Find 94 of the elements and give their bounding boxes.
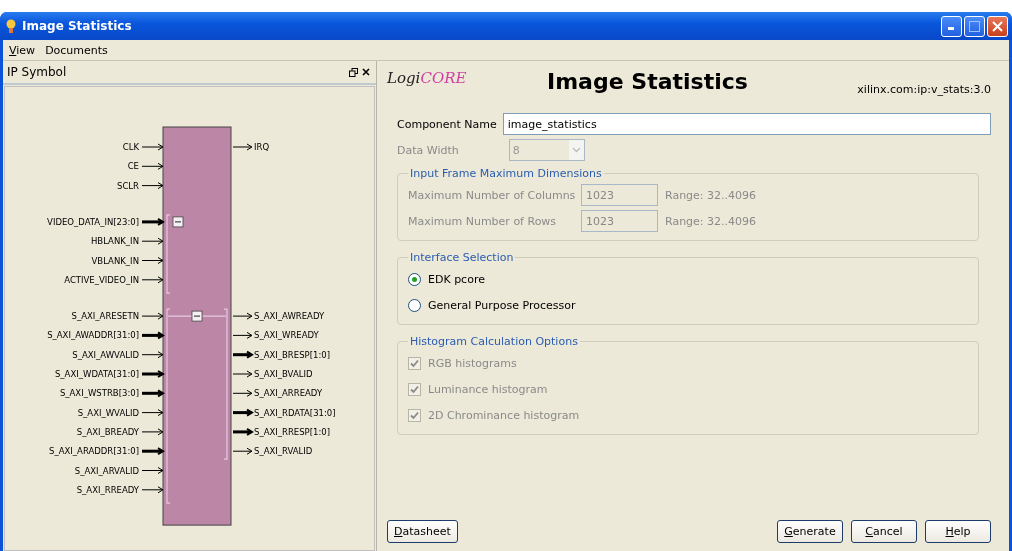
menu-item[interactable]: Documents	[45, 43, 108, 57]
pin-label: VBLANK_IN	[91, 255, 139, 266]
pin-arrow	[141, 237, 164, 245]
pin-label: S_AXI_BVALID	[254, 369, 313, 379]
pin-label: S_AXI_ARESETN	[71, 311, 139, 322]
pin-label: HBLANK_IN	[90, 236, 139, 247]
pin-arrow	[233, 427, 254, 436]
pin-label: S_AXI_AWADDR[31:0]	[47, 330, 139, 341]
pin-label: S_AXI_WREADY	[254, 330, 319, 341]
pin-arrow	[142, 370, 165, 378]
field-label: Maximum Number of Rows	[408, 214, 558, 228]
option-label: Luminance histogram	[428, 382, 548, 396]
range-label: Range: 32..4096	[665, 214, 757, 228]
pin-arrow	[141, 312, 164, 320]
restore-icon[interactable]	[347, 67, 360, 77]
collapse-icon[interactable]	[191, 310, 203, 322]
pin-arrow	[232, 143, 253, 151]
pin-label: SCLR	[117, 180, 139, 191]
pin-arrow	[141, 409, 164, 417]
option-label: General Purpose Processor	[428, 298, 576, 312]
pin-label: S_AXI_WSTRB[3:0]	[59, 388, 139, 399]
pin-label: S_AXI_AWVALID	[72, 349, 139, 360]
pin-arrow	[142, 331, 165, 340]
field-label: Data Width	[397, 143, 459, 157]
checkmark-icon	[410, 384, 419, 394]
logo: LogiCORE	[387, 69, 468, 87]
pin-label: CLK	[122, 142, 139, 152]
pin-label: S_AXI_ARADDR[31:0]	[49, 446, 139, 457]
dialog-title: Image Statistics	[547, 69, 749, 94]
pin-label: CE	[127, 161, 139, 172]
pin-arrow	[232, 370, 253, 378]
pin-label: IRQ	[254, 142, 270, 152]
pin-label: S_AXI_WDATA[31:0]	[54, 369, 139, 379]
close-button[interactable]	[987, 15, 1008, 37]
pin-arrow	[141, 162, 164, 170]
dialog-button[interactable]: Generate	[777, 520, 843, 543]
pin-arrow	[141, 182, 164, 190]
pin-label: VIDEO_DATA_IN[23:0]	[47, 216, 139, 227]
option-label: EDK pcore	[428, 272, 485, 286]
checkmark-icon	[410, 410, 419, 420]
pin-arrow	[141, 428, 164, 436]
lightbulb-icon	[6, 18, 16, 34]
ip-identifier: xilinx.com:ip:v_stats:3.0	[857, 83, 991, 96]
pin-arrow	[141, 143, 164, 151]
group-title: Interface Selection	[409, 251, 515, 264]
pin-arrow	[232, 312, 253, 320]
pin-arrow	[232, 389, 253, 397]
field-label: Maximum Number of Columns	[408, 188, 574, 202]
pin-label: S_AXI_ARVALID	[74, 465, 139, 476]
pin-label: S_AXI_RREADY	[76, 484, 139, 495]
pin-label: S_AXI_BRESP[1:0]	[254, 349, 330, 360]
checkmark-icon	[410, 358, 419, 368]
pin-arrow	[232, 331, 253, 339]
option-label: 2D Chrominance histogram	[428, 408, 580, 422]
caret-icon	[568, 140, 584, 160]
panel-title: IP Symbol	[7, 65, 68, 79]
pin-label: S_AXI_RRESP[1:0]	[254, 426, 331, 437]
pin-arrow	[232, 447, 253, 455]
menu-item[interactable]: View	[9, 43, 36, 57]
field-label: Component Name	[397, 117, 497, 131]
dialog-button[interactable]: Cancel	[851, 520, 917, 543]
pin-arrow	[142, 217, 165, 226]
maximize-icon	[969, 20, 980, 32]
pin-label: S_AXI_RDATA[31:0]	[254, 407, 336, 418]
pin-arrow	[141, 467, 164, 474]
dialog-button[interactable]: Help	[925, 520, 991, 543]
range-label: Range: 32..4096	[665, 188, 757, 202]
pin-arrow	[142, 447, 165, 456]
pin-arrow	[141, 486, 164, 494]
group-title: Histogram Calculation Options	[409, 335, 579, 348]
close-icon	[992, 20, 1003, 32]
pin-arrow	[233, 408, 254, 417]
component-name-field[interactable]: image_statistics	[502, 113, 991, 135]
pin-arrow	[142, 389, 165, 398]
radio-button[interactable]	[408, 298, 421, 312]
radio-button[interactable]	[408, 272, 421, 286]
datasheet-button[interactable]: Datasheet	[387, 520, 458, 543]
pin-label: S_AXI_AWREADY	[254, 311, 325, 322]
pin-arrow	[141, 257, 164, 264]
pin-arrow	[141, 351, 164, 359]
pin-arrow	[141, 276, 164, 284]
pin-label: S_AXI_RVALID	[254, 446, 313, 457]
pin-label: S_AXI_BREADY	[76, 426, 139, 437]
close-icon[interactable]	[360, 68, 372, 76]
collapse-icon[interactable]	[172, 216, 184, 228]
pin-label: S_AXI_ARREADY	[254, 388, 323, 399]
minimize-button[interactable]	[941, 15, 962, 37]
group-title: Input Frame Maximum Dimensions	[409, 167, 603, 180]
window-title: Image Statistics	[22, 19, 133, 33]
maximize-button[interactable]	[964, 15, 985, 37]
option-label: RGB histograms	[428, 356, 517, 370]
pin-arrow	[233, 350, 254, 359]
pin-label: S_AXI_WVALID	[77, 407, 139, 418]
pin-label: ACTIVE_VIDEO_IN	[64, 274, 139, 285]
